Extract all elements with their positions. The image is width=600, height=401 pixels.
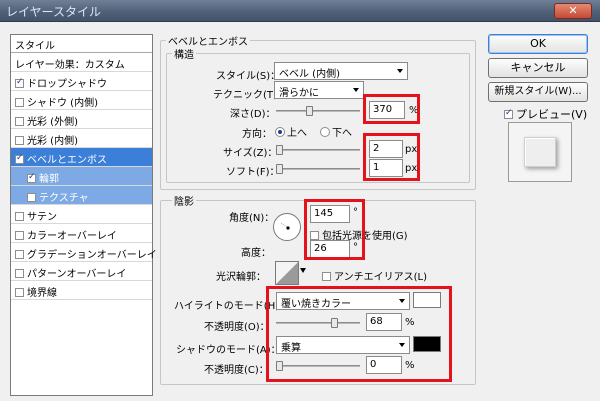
chevron-down-icon xyxy=(353,88,359,92)
checkbox-icon[interactable] xyxy=(15,77,24,88)
preview-swatch xyxy=(524,137,556,167)
sidebar-item-blending-options[interactable]: レイヤー効果：カスタム xyxy=(11,53,152,72)
antialias-option[interactable]: アンチエイリアス(L) xyxy=(322,268,427,283)
preview-label: プレビュー(V) xyxy=(516,108,588,121)
highlight-box-angle xyxy=(304,199,365,260)
style-select-value: ベベル (内側) xyxy=(279,69,340,80)
highlight-opacity-label: 不透明度(O)： xyxy=(204,322,270,333)
sidebar-item-contour[interactable]: 輪郭 xyxy=(11,167,152,186)
style-list: スタイル レイヤー効果：カスタム ドロップシャドウ シャドウ (内側) 光彩 (… xyxy=(10,34,157,396)
highlight-box-size-soften xyxy=(363,133,420,181)
radio-icon[interactable] xyxy=(320,127,330,137)
angle-label: 角度(N)： xyxy=(229,213,275,224)
sidebar-item-bevel-emboss[interactable]: ベベルとエンボス xyxy=(11,148,152,167)
technique-select[interactable]: 滑らかに xyxy=(274,81,364,99)
checkbox-icon[interactable] xyxy=(15,212,24,221)
close-button[interactable]: ✕ xyxy=(554,3,592,19)
sidebar-item-inner-glow[interactable]: 光彩 (内側) xyxy=(11,129,152,148)
direction-up-label: 上へ xyxy=(287,128,307,139)
sidebar-item-label: シャドウ (内側) xyxy=(27,98,98,109)
chevron-down-icon[interactable] xyxy=(300,268,306,273)
checkbox-icon[interactable] xyxy=(15,153,24,164)
size-slider[interactable] xyxy=(276,145,360,155)
checkbox-icon[interactable] xyxy=(15,288,24,297)
ok-button[interactable]: OK xyxy=(488,34,588,54)
sidebar-item-inner-shadow[interactable]: シャドウ (内側) xyxy=(11,91,152,110)
window-title: レイヤースタイル xyxy=(6,5,102,19)
sidebar-item-label: ベベルとエンボス xyxy=(27,155,107,166)
sidebar-item-label: 輪郭 xyxy=(39,174,59,185)
direction-down-option[interactable]: 下へ xyxy=(320,124,352,139)
sidebar-item-color-overlay[interactable]: カラーオーバーレイ xyxy=(11,224,152,243)
slider-handle[interactable] xyxy=(276,145,283,155)
sidebar-item-label: カラーオーバーレイ xyxy=(27,231,117,242)
angle-dial-icon xyxy=(280,222,290,230)
contour-icon xyxy=(276,262,298,284)
altitude-label: 高度： xyxy=(241,248,271,259)
soften-slider[interactable] xyxy=(276,164,360,174)
soften-label: ソフト(F)： xyxy=(226,167,280,178)
direction-label: 方向： xyxy=(242,129,272,140)
sidebar-item-label: テクスチャ xyxy=(39,193,89,204)
close-icon: ✕ xyxy=(568,4,578,17)
shadow-mode-label: シャドウのモード(A)： xyxy=(176,345,281,356)
highlight-box-modes xyxy=(266,286,452,382)
sidebar-item-stroke[interactable]: 境界線 xyxy=(11,281,152,300)
sidebar-item-label: ドロップシャドウ xyxy=(27,79,107,90)
sidebar-item-pattern-overlay[interactable]: パターンオーバーレイ xyxy=(11,262,152,281)
style-label: スタイル(S)： xyxy=(216,71,281,82)
radio-icon[interactable] xyxy=(275,127,285,137)
gloss-contour-swatch[interactable] xyxy=(275,261,299,285)
sidebar-item-texture[interactable]: テクスチャ xyxy=(11,186,152,205)
checkbox-icon[interactable] xyxy=(15,250,24,259)
sidebar-item-label: パターンオーバーレイ xyxy=(27,269,127,280)
gloss-contour-label: 光沢輪郭： xyxy=(216,272,266,283)
style-list-header-label: スタイル xyxy=(15,41,55,52)
checkbox-icon[interactable] xyxy=(322,272,331,281)
sidebar-item-label: 光彩 (外側) xyxy=(27,117,78,128)
layer-style-dialog: レイヤースタイル ✕ スタイル レイヤー効果：カスタム ドロップシャドウ シャド… xyxy=(0,0,600,401)
checkbox-icon[interactable] xyxy=(27,193,36,202)
preview-box xyxy=(508,122,572,182)
sidebar-item-satin[interactable]: サテン xyxy=(11,205,152,224)
slider-handle[interactable] xyxy=(276,164,283,174)
sidebar-item-label: グラデーションオーバーレイ xyxy=(27,250,157,261)
checkbox-icon[interactable] xyxy=(504,108,513,119)
shading-title: 陰影 xyxy=(172,193,196,208)
size-label: サイズ(Z)： xyxy=(223,148,278,159)
checkbox-icon[interactable] xyxy=(15,136,24,145)
slider-handle[interactable] xyxy=(306,106,313,116)
technique-select-value: 滑らかに xyxy=(279,88,319,99)
depth-label: 深さ(D)： xyxy=(230,109,276,120)
style-select[interactable]: ベベル (内側) xyxy=(274,62,408,80)
chevron-down-icon xyxy=(397,69,403,73)
sidebar-item-label: レイヤー効果：カスタム xyxy=(15,60,125,71)
checkbox-icon[interactable] xyxy=(15,269,24,278)
direction-down-label: 下へ xyxy=(332,128,352,139)
structure-title: 構造 xyxy=(172,46,196,61)
highlight-box-depth xyxy=(363,94,420,124)
checkbox-icon[interactable] xyxy=(27,172,36,183)
checkbox-icon[interactable] xyxy=(15,98,24,107)
title-bar: レイヤースタイル ✕ xyxy=(0,0,600,22)
checkbox-icon[interactable] xyxy=(15,231,24,240)
angle-dial[interactable] xyxy=(273,213,301,241)
depth-slider[interactable] xyxy=(276,106,360,116)
sidebar-item-label: 光彩 (内側) xyxy=(27,136,78,147)
antialias-label: アンチエイリアス(L) xyxy=(334,272,427,283)
new-style-button[interactable]: 新規スタイル(W)... xyxy=(488,82,588,102)
sidebar-item-gradient-overlay[interactable]: グラデーションオーバーレイ xyxy=(11,243,157,262)
preview-option[interactable]: プレビュー(V) xyxy=(504,106,587,122)
sidebar-item-outer-glow[interactable]: 光彩 (外側) xyxy=(11,110,152,129)
sidebar-item-label: サテン xyxy=(27,212,57,223)
cancel-button[interactable]: キャンセル xyxy=(488,58,588,78)
checkbox-icon[interactable] xyxy=(15,117,24,126)
sidebar-item-drop-shadow[interactable]: ドロップシャドウ xyxy=(11,72,152,91)
direction-up-option[interactable]: 上へ xyxy=(275,124,307,139)
style-list-header[interactable]: スタイル xyxy=(11,35,152,53)
shadow-opacity-label: 不透明度(C)： xyxy=(204,365,269,376)
sidebar-item-label: 境界線 xyxy=(27,288,57,299)
